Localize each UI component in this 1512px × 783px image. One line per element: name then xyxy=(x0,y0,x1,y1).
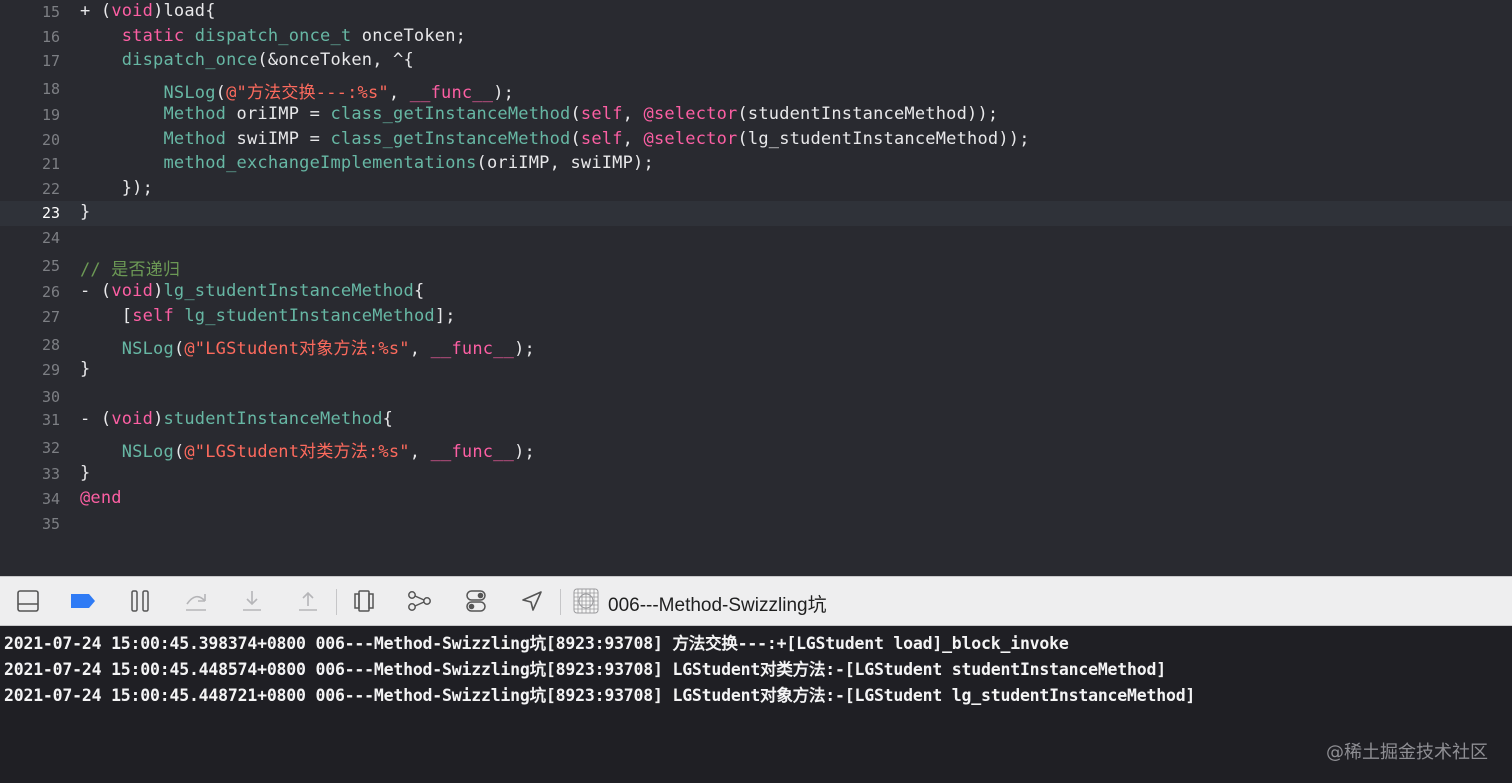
toolbar-divider xyxy=(560,589,561,615)
code-line[interactable]: 31 - (void)studentInstanceMethod{ xyxy=(0,408,1512,433)
environment-overrides-icon[interactable] xyxy=(462,587,490,615)
pause-icon[interactable] xyxy=(126,587,154,615)
line-number[interactable]: 34 xyxy=(0,490,60,508)
code-text[interactable]: // 是否递归 xyxy=(80,255,180,280)
code-line[interactable]: 22 }); xyxy=(0,177,1512,202)
code-text[interactable]: Method oriIMP = class_getInstanceMethod(… xyxy=(80,104,998,124)
line-number[interactable]: 16 xyxy=(0,28,60,46)
line-number[interactable]: 23 xyxy=(0,204,60,222)
code-line[interactable]: 21 method_exchangeImplementations(oriIMP… xyxy=(0,152,1512,177)
code-line[interactable]: 19 Method oriIMP = class_getInstanceMeth… xyxy=(0,103,1512,128)
code-line[interactable]: 26 - (void)lg_studentInstanceMethod{ xyxy=(0,280,1512,305)
code-line[interactable]: 35 xyxy=(0,512,1512,537)
code-editor[interactable]: 15 + (void)load{ 16 static dispatch_once_t… xyxy=(0,0,1512,576)
line-number[interactable]: 18 xyxy=(0,80,60,98)
code-text[interactable]: }); xyxy=(80,178,153,198)
code-line[interactable]: 30 xyxy=(0,385,1512,410)
step-over-icon[interactable] xyxy=(182,587,210,615)
code-line[interactable]: 29} xyxy=(0,358,1512,383)
line-number[interactable]: 28 xyxy=(0,336,60,354)
watermark: @稀土掘金技术社区 xyxy=(1326,742,1488,763)
console-line: 2021-07-24 15:00:45.448574+0800 006---Me… xyxy=(4,660,1166,679)
line-number[interactable]: 25 xyxy=(0,257,60,275)
line-number[interactable]: 35 xyxy=(0,515,60,533)
console-output[interactable]: 2021-07-24 15:00:45.398374+0800 006---Me… xyxy=(0,626,1512,783)
code-line[interactable]: 33} xyxy=(0,462,1512,487)
code-text[interactable]: method_exchangeImplementations(oriIMP, s… xyxy=(80,153,654,173)
code-line[interactable]: 32 NSLog(@"LGStudent对类方法:%s", __func__); xyxy=(0,436,1512,462)
step-into-icon[interactable] xyxy=(238,587,266,615)
code-text[interactable]: + (void)load{ xyxy=(80,1,216,21)
code-line[interactable]: 15 + (void)load{ xyxy=(0,0,1512,25)
code-text[interactable]: - (void)lg_studentInstanceMethod{ xyxy=(80,281,424,301)
hide-debug-area-icon[interactable] xyxy=(14,587,42,615)
line-number[interactable]: 15 xyxy=(0,3,60,21)
memory-graph-icon[interactable] xyxy=(406,587,434,615)
code-line[interactable]: 28 NSLog(@"LGStudent对象方法:%s", __func__); xyxy=(0,333,1512,359)
code-line[interactable]: 27 [self lg_studentInstanceMethod]; xyxy=(0,305,1512,330)
code-text[interactable]: @end xyxy=(80,488,122,508)
code-text[interactable]: NSLog(@"方法交换---:%s", __func__); xyxy=(80,78,514,103)
simulate-location-icon[interactable] xyxy=(518,587,546,615)
line-number[interactable]: 29 xyxy=(0,361,60,379)
code-text[interactable]: static dispatch_once_t onceToken; xyxy=(80,26,466,46)
code-text[interactable]: NSLog(@"LGStudent对类方法:%s", __func__); xyxy=(80,437,535,462)
code-line[interactable]: 20 Method swiIMP = class_getInstanceMeth… xyxy=(0,128,1512,153)
code-text[interactable]: [self lg_studentInstanceMethod]; xyxy=(80,306,456,326)
target-label[interactable]: 006---Method-Swizzling坑 xyxy=(608,590,827,617)
view-hierarchy-icon[interactable] xyxy=(350,587,378,615)
line-number[interactable]: 22 xyxy=(0,180,60,198)
code-line[interactable]: 24 xyxy=(0,226,1512,251)
code-line[interactable]: 25 // 是否递归 xyxy=(0,254,1512,280)
line-number[interactable]: 21 xyxy=(0,155,60,173)
code-text[interactable]: dispatch_once(&onceToken, ^{ xyxy=(80,50,414,70)
code-text[interactable]: NSLog(@"LGStudent对象方法:%s", __func__); xyxy=(80,334,535,359)
line-number[interactable]: 24 xyxy=(0,229,60,247)
line-number[interactable]: 30 xyxy=(0,388,60,406)
step-out-icon[interactable] xyxy=(294,587,322,615)
console-line: 2021-07-24 15:00:45.398374+0800 006---Me… xyxy=(4,634,1069,653)
code-text[interactable]: - (void)studentInstanceMethod{ xyxy=(80,409,393,429)
code-text[interactable]: } xyxy=(80,202,90,222)
debug-toolbar: 006---Method-Swizzling坑 xyxy=(0,576,1512,626)
line-number[interactable]: 26 xyxy=(0,283,60,301)
line-number[interactable]: 19 xyxy=(0,106,60,124)
code-text[interactable]: } xyxy=(80,359,90,379)
code-text[interactable]: } xyxy=(80,463,90,483)
code-line[interactable]: 23} xyxy=(0,201,1512,226)
target-icon[interactable] xyxy=(572,587,600,615)
code-line[interactable]: 18 NSLog(@"方法交换---:%s", __func__); xyxy=(0,77,1512,103)
line-number[interactable]: 31 xyxy=(0,411,60,429)
line-number[interactable]: 33 xyxy=(0,465,60,483)
code-text[interactable]: Method swiIMP = class_getInstanceMethod(… xyxy=(80,129,1030,149)
toolbar-divider xyxy=(336,589,337,615)
line-number[interactable]: 27 xyxy=(0,308,60,326)
code-line[interactable]: 17 dispatch_once(&onceToken, ^{ xyxy=(0,49,1512,74)
line-number[interactable]: 17 xyxy=(0,52,60,70)
code-line[interactable]: 16 static dispatch_once_t onceToken; xyxy=(0,25,1512,50)
line-number[interactable]: 32 xyxy=(0,439,60,457)
code-line[interactable]: 34 @end xyxy=(0,487,1512,512)
console-line: 2021-07-24 15:00:45.448721+0800 006---Me… xyxy=(4,686,1196,705)
breakpoints-icon[interactable] xyxy=(69,587,97,615)
line-number[interactable]: 20 xyxy=(0,131,60,149)
